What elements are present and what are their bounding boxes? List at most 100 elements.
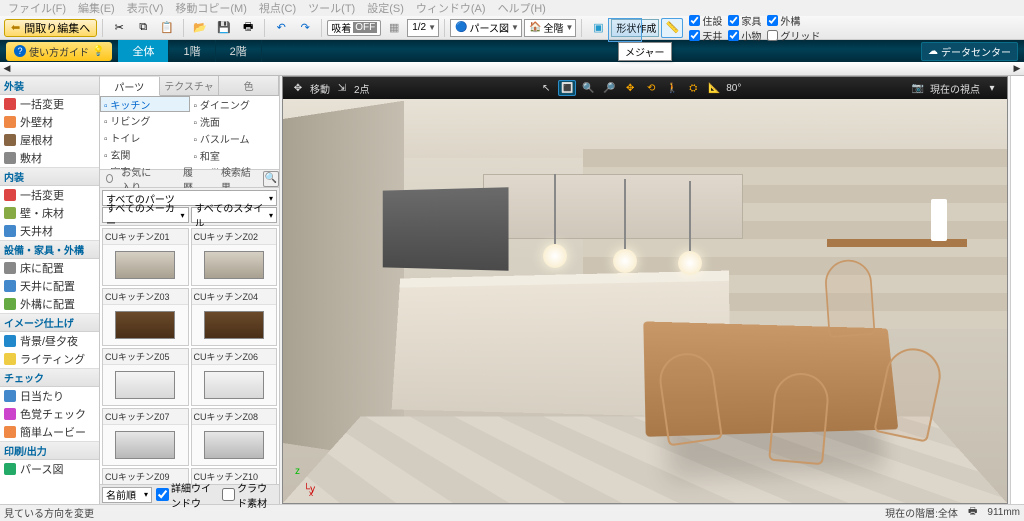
- sidebar-item[interactable]: 簡単ムービー: [0, 423, 99, 441]
- ruler-right-icon[interactable]: ▶: [1010, 63, 1024, 74]
- viewport-toolbar: ✥移動 ⇲2点 ↖ 🔳 🔍 🔎 ✥ ⟲ 🚶 ⛭ 📐80° 📷現在の視点 ▾: [283, 77, 1007, 99]
- tab-parts[interactable]: パーツ: [100, 77, 160, 96]
- print-icon[interactable]: 🖶: [237, 18, 259, 38]
- help-guide-button[interactable]: ?使い方ガイド💡: [6, 42, 112, 61]
- floor-tab-1f[interactable]: 1階: [169, 40, 215, 62]
- tree-item[interactable]: ▫ 和室: [190, 147, 280, 164]
- filter-maker[interactable]: すべてのメーカー▾: [102, 207, 189, 223]
- part-thumbnail[interactable]: CUキッチンZ07: [102, 408, 189, 466]
- 3d-viewport[interactable]: パース図 z└yx: [283, 99, 1007, 503]
- status-printer-icon[interactable]: 🖶: [968, 504, 977, 521]
- shape-create-button[interactable]: 形状作成: [611, 19, 659, 37]
- chk-small[interactable]: 小物: [728, 28, 761, 43]
- sidebar-item[interactable]: 背景/昼夕夜: [0, 332, 99, 350]
- cut-icon[interactable]: ✂: [108, 18, 130, 38]
- vp-light-icon[interactable]: ⛭: [684, 80, 702, 96]
- cat-head: 設備・家具・外構: [0, 240, 99, 259]
- chk-equip[interactable]: 住設: [689, 13, 722, 28]
- tree-item[interactable]: ▫ キッチン: [100, 96, 190, 112]
- sidebar-item[interactable]: パース図: [0, 460, 99, 478]
- chk-grid[interactable]: グリッド: [767, 28, 820, 43]
- menu-movecopy[interactable]: 移動コピー(M): [175, 0, 247, 16]
- vp-cursor-icon[interactable]: ↖: [537, 80, 555, 96]
- part-thumbnail[interactable]: CUキッチンZ04: [191, 288, 278, 346]
- chk-furn[interactable]: 家具: [728, 13, 761, 28]
- vp-drop-icon[interactable]: ▾: [983, 80, 1001, 96]
- sidebar-item[interactable]: 色覚チェック: [0, 405, 99, 423]
- floor-tab-all[interactable]: 全体: [118, 40, 169, 62]
- view-type-dropdown[interactable]: 🔵パース図▼: [450, 19, 522, 37]
- menu-file[interactable]: ファイル(F): [8, 0, 66, 16]
- part-thumbnail[interactable]: CUキッチンZ03: [102, 288, 189, 346]
- save-icon[interactable]: 💾: [213, 18, 235, 38]
- tree-item[interactable]: ▫ 洗面: [190, 113, 280, 130]
- vp-viewpoint-label: 現在の視点: [930, 81, 980, 96]
- paste-icon[interactable]: 📋: [156, 18, 178, 38]
- tree-item[interactable]: ▫ ダイニング: [190, 96, 280, 113]
- grid-icon[interactable]: ▦: [383, 18, 405, 38]
- sidebar-item[interactable]: 屋根材: [0, 131, 99, 149]
- vp-camera-icon[interactable]: 📷: [909, 80, 927, 96]
- menu-viewpoint[interactable]: 視点(C): [259, 0, 296, 16]
- tab-color[interactable]: 色: [219, 76, 279, 95]
- menu-settings[interactable]: 設定(S): [367, 0, 404, 16]
- vp-move-icon[interactable]: ✥: [289, 80, 307, 96]
- floor-dropdown[interactable]: 🏠全階▼: [524, 19, 576, 37]
- menu-tool[interactable]: ツール(T): [308, 0, 355, 16]
- data-center-button[interactable]: ☁データセンター: [921, 42, 1018, 61]
- sidebar-item[interactable]: 床に配置: [0, 259, 99, 277]
- sidebar-item[interactable]: 日当たり: [0, 387, 99, 405]
- chk-detail-window[interactable]: 詳細ウインドウ: [156, 480, 218, 510]
- menu-window[interactable]: ウィンドウ(A): [416, 0, 486, 16]
- part-thumbnail[interactable]: CUキッチンZ01: [102, 228, 189, 286]
- sidebar-item[interactable]: 天井材: [0, 222, 99, 240]
- vp-zoomin-icon[interactable]: 🔍: [579, 80, 597, 96]
- copy-icon[interactable]: ⧉: [132, 18, 154, 38]
- part-thumbnail[interactable]: CUキッチンZ08: [191, 408, 278, 466]
- back-to-floorplan-button[interactable]: ⬅ 間取り編集へ: [4, 19, 97, 37]
- measure-icon[interactable]: 📏: [661, 18, 683, 38]
- menu-help[interactable]: ヘルプ(H): [498, 0, 546, 16]
- chk-cloud-material[interactable]: クラウド素材: [222, 480, 277, 510]
- redo-icon[interactable]: ↷: [294, 18, 316, 38]
- chk-ceil[interactable]: 天井: [689, 28, 722, 43]
- sidebar-item[interactable]: 壁・床材: [0, 204, 99, 222]
- sidebar-item[interactable]: 天井に配置: [0, 277, 99, 295]
- tab-texture[interactable]: テクスチャ: [160, 76, 220, 95]
- sidebar-item[interactable]: 一括変更: [0, 186, 99, 204]
- undo-icon[interactable]: ↶: [270, 18, 292, 38]
- vp-zoomout-icon[interactable]: 🔎: [600, 80, 618, 96]
- tree-item[interactable]: ▫ バスルーム: [190, 130, 280, 147]
- sidebar-item[interactable]: 敷材: [0, 149, 99, 167]
- vp-2pt-icon[interactable]: ⇲: [333, 80, 351, 96]
- box-icon[interactable]: ▣: [587, 18, 609, 38]
- tree-item[interactable]: ▫ トイレ: [100, 129, 190, 146]
- grid-spacing-dropdown[interactable]: 1/2▼: [407, 19, 439, 37]
- menu-edit[interactable]: 編集(E): [78, 0, 115, 16]
- sidebar-item[interactable]: 外構に配置: [0, 295, 99, 313]
- sort-dropdown[interactable]: 名前順▾: [102, 487, 152, 503]
- sidebar-item[interactable]: 一括変更: [0, 95, 99, 113]
- vp-walk-icon[interactable]: 🚶: [663, 80, 681, 96]
- part-thumbnail[interactable]: CUキッチンZ06: [191, 348, 278, 406]
- floor-tab-2f[interactable]: 2階: [216, 40, 262, 62]
- open-icon[interactable]: 📂: [189, 18, 211, 38]
- tree-item[interactable]: ▫ 玄関: [100, 146, 190, 163]
- adsorb-toggle[interactable]: 吸着OFF: [327, 20, 381, 36]
- vp-rotate-icon[interactable]: ⟲: [642, 80, 660, 96]
- vp-pan-icon[interactable]: ✥: [621, 80, 639, 96]
- part-thumbnail[interactable]: CUキッチンZ02: [191, 228, 278, 286]
- category-tree: ▫ キッチン▫ リビング▫ トイレ▫ 玄関▫ 寝室▫ 書斎▫ #### ▫ ダイ…: [100, 96, 279, 170]
- vp-zoomwin-icon[interactable]: 🔳: [558, 80, 576, 96]
- sidebar-item[interactable]: 外壁材: [0, 113, 99, 131]
- vp-angle-icon[interactable]: 📐: [705, 80, 723, 96]
- filter-style[interactable]: すべてのスタイル▾: [191, 207, 278, 223]
- search-icon[interactable]: 🔍: [263, 171, 279, 187]
- sidebar-item[interactable]: ライティング: [0, 350, 99, 368]
- part-thumbnail[interactable]: CUキッチンZ05: [102, 348, 189, 406]
- parts-panel: パーツ テクスチャ 色 ▫ キッチン▫ リビング▫ トイレ▫ 玄関▫ 寝室▫ 書…: [100, 76, 280, 504]
- ruler-left-icon[interactable]: ◀: [0, 63, 14, 74]
- tree-item[interactable]: ▫ リビング: [100, 112, 190, 129]
- chk-ext[interactable]: 外構: [767, 13, 820, 28]
- menu-view[interactable]: 表示(V): [127, 0, 164, 16]
